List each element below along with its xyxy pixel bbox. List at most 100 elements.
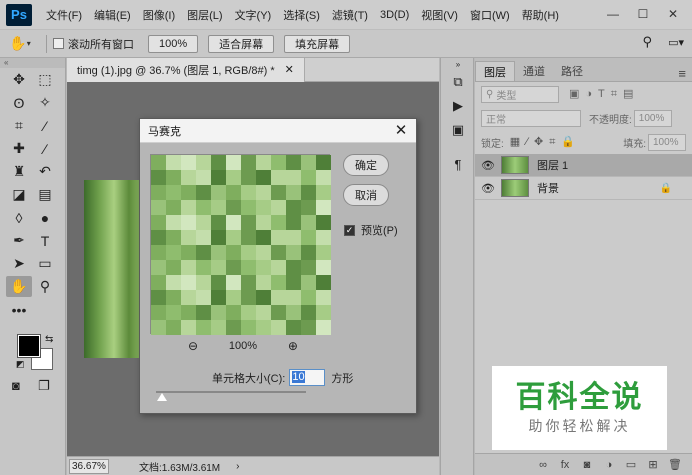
opacity-field[interactable]: 100% <box>633 109 672 127</box>
screen-mode-icon[interactable]: ❐ <box>38 378 50 394</box>
mosaic-tile <box>271 305 286 320</box>
layer-row-layer1[interactable]: 👁 图层 1 <box>475 154 692 177</box>
visibility-eye-icon[interactable]: 👁 <box>481 159 501 172</box>
mosaic-tile <box>211 185 226 200</box>
lock-icons[interactable]: ▦∕✥⌗🔒 <box>510 135 581 149</box>
menu-3d[interactable]: 3D(D) <box>374 9 415 21</box>
mosaic-tile <box>241 230 256 245</box>
fill-field[interactable]: 100% <box>648 133 686 151</box>
menu-type[interactable]: 文字(Y) <box>229 7 278 23</box>
type-tool-icon[interactable]: T <box>32 230 58 251</box>
fit-screen-button[interactable]: 适合屏幕 <box>208 34 275 53</box>
move-tool-icon[interactable]: ✥ <box>6 69 32 90</box>
mosaic-tile <box>151 245 166 260</box>
pen-tool-icon[interactable]: ✒ <box>6 230 32 251</box>
menu-select[interactable]: 选择(S) <box>277 7 326 23</box>
blur-tool-icon[interactable]: ◊ <box>6 207 32 228</box>
minimize-button[interactable]: — <box>598 2 628 26</box>
brush-tool-icon[interactable]: ∕ <box>32 138 58 159</box>
menu-window[interactable]: 窗口(W) <box>464 7 516 23</box>
tab-layers[interactable]: 图层 <box>475 61 515 81</box>
workspace-icon[interactable]: ▭▾ <box>668 36 684 49</box>
filter-icons[interactable]: ▣◑T⌗▤ <box>569 87 639 101</box>
actions-panel-icon[interactable]: ▶ <box>441 94 475 118</box>
dodge-tool-icon[interactable]: ● <box>32 207 58 228</box>
zoom-level-field[interactable]: 36.67% <box>69 458 109 474</box>
blend-mode-select[interactable]: 正常 <box>481 109 581 127</box>
mosaic-tile <box>241 320 256 335</box>
add-mask-icon[interactable]: ◙ <box>576 459 598 471</box>
fx-icon[interactable]: fx <box>554 459 576 471</box>
document-tab[interactable]: timg (1).jpg @ 36.7% (图层 1, RGB/8#) * ✕ <box>67 57 305 82</box>
collapse-icon[interactable]: » <box>441 58 475 70</box>
mosaic-tile <box>316 170 331 185</box>
search-icon[interactable]: ⚲ <box>643 34 653 50</box>
visibility-eye-icon[interactable]: 👁 <box>481 182 501 195</box>
close-window-button[interactable]: ✕ <box>658 2 688 26</box>
scroll-all-checkbox[interactable] <box>53 38 64 49</box>
paragraph-panel-icon[interactable]: ¶ <box>441 152 475 176</box>
properties-panel-icon[interactable]: ▣ <box>441 118 475 142</box>
delete-layer-icon[interactable]: 🗑 <box>664 458 686 471</box>
mosaic-tile <box>316 185 331 200</box>
menu-edit[interactable]: 编辑(E) <box>88 7 137 23</box>
maximize-button[interactable]: ☐ <box>628 2 658 26</box>
menu-help[interactable]: 帮助(H) <box>516 7 565 23</box>
filter-preview[interactable] <box>150 154 331 335</box>
zoom-tool-icon[interactable]: ⚲ <box>32 276 58 297</box>
menu-filter[interactable]: 滤镜(T) <box>326 7 374 23</box>
fill-screen-button[interactable]: 填充屏幕 <box>284 34 351 53</box>
swap-colors-icon[interactable]: ⇆ <box>45 334 53 345</box>
new-layer-icon[interactable]: ⊞ <box>642 458 664 471</box>
menu-view[interactable]: 视图(V) <box>415 7 464 23</box>
preview-checkbox[interactable]: ✓ 预览(P) <box>344 222 398 238</box>
layers-panel-footer: ∞ fx ◙ ◑ ▭ ⊞ 🗑 <box>475 453 692 475</box>
zoom-100-button[interactable]: 100% <box>148 34 199 53</box>
ok-button[interactable]: 确定 <box>343 154 389 176</box>
adjustment-layer-icon[interactable]: ◑ <box>598 459 620 471</box>
gradient-tool-icon[interactable]: ▤ <box>32 184 58 205</box>
quick-mask-icon[interactable]: ◙ <box>12 378 20 393</box>
stamp-tool-icon[interactable]: ♜ <box>6 161 32 182</box>
layer-row-background[interactable]: 👁 背景 🔒 <box>475 177 692 200</box>
cell-size-slider-thumb[interactable] <box>157 393 167 401</box>
link-layers-icon[interactable]: ∞ <box>532 459 554 471</box>
menu-layer[interactable]: 图层(L) <box>181 7 228 23</box>
zoom-out-icon[interactable]: ⊖ <box>188 339 198 353</box>
close-tab-icon[interactable]: ✕ <box>285 63 294 76</box>
tab-paths[interactable]: 路径 <box>553 61 591 81</box>
path-selection-tool-icon[interactable]: ➤ <box>6 253 32 274</box>
hand-tool-icon[interactable]: ✋ <box>6 276 32 297</box>
history-brush-tool-icon[interactable]: ↶ <box>32 161 58 182</box>
document-image[interactable] <box>84 180 144 358</box>
mosaic-tile <box>301 290 316 305</box>
close-icon[interactable]: ✕ <box>392 122 410 140</box>
more-tools-icon[interactable]: ••• <box>6 299 32 320</box>
status-menu-arrow-icon[interactable]: › <box>236 461 239 472</box>
cell-size-input[interactable]: 10 <box>289 369 326 386</box>
lasso-tool-icon[interactable]: ʘ <box>6 92 32 113</box>
default-colors-icon[interactable]: ◩ <box>16 359 25 370</box>
eyedropper-tool-icon[interactable]: ⁄ <box>32 115 58 136</box>
panel-menu-icon[interactable]: ≡ <box>678 66 686 81</box>
new-group-icon[interactable]: ▭ <box>620 458 642 471</box>
mosaic-tile <box>196 200 211 215</box>
crop-tool-icon[interactable]: ⌗ <box>6 115 32 136</box>
hand-tool-preset-icon[interactable]: ✋ ▾ <box>0 35 40 52</box>
layer-filter-select[interactable]: ⚲ 类型 <box>481 85 559 103</box>
cell-size-slider-track[interactable] <box>156 391 306 393</box>
foreground-color-swatch[interactable] <box>17 334 41 358</box>
menu-image[interactable]: 图像(I) <box>137 7 181 23</box>
toolbox-collapse-icon[interactable]: « <box>0 58 65 68</box>
history-panel-icon[interactable]: ⧉ <box>441 70 475 94</box>
tab-channels[interactable]: 通道 <box>515 61 553 81</box>
magic-wand-tool-icon[interactable]: ✧ <box>32 92 58 113</box>
eraser-tool-icon[interactable]: ◪ <box>6 184 32 205</box>
menu-file[interactable]: 文件(F) <box>40 7 88 23</box>
zoom-in-icon[interactable]: ⊕ <box>288 339 298 353</box>
healing-brush-tool-icon[interactable]: ✚ <box>6 138 32 159</box>
mosaic-tile <box>151 290 166 305</box>
cancel-button[interactable]: 取消 <box>343 184 389 206</box>
rectangle-tool-icon[interactable]: ▭ <box>32 253 58 274</box>
marquee-tool-icon[interactable]: ⬚ <box>32 69 58 90</box>
